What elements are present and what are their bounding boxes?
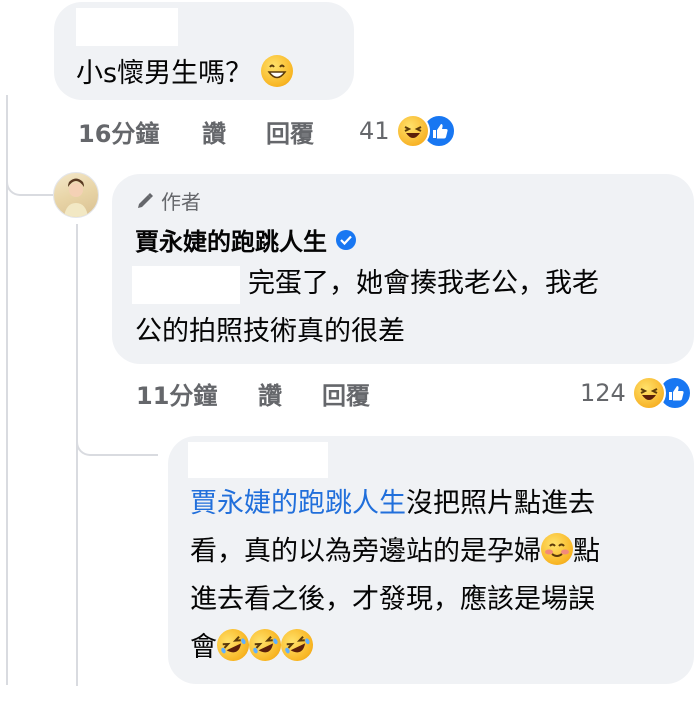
author-name-row: 賈永婕的跑跳人生 [135, 222, 357, 257]
redacted-commenter-name [76, 8, 178, 46]
grinning-emoji-icon [260, 55, 293, 87]
reply-text-line1: 賈永婕的跑跳人生沒把照片點進去 [190, 482, 595, 526]
author-reply-text-line2: 公的拍照技術真的很差 [135, 316, 405, 347]
comment-text-content: 小s懷男生嗎？ [76, 58, 253, 89]
author-name[interactable]: 賈永婕的跑跳人生 [135, 222, 327, 257]
haha-reaction-icon [395, 114, 430, 148]
reply-text-segment: 點 [573, 536, 600, 567]
thread-connector-1 [6, 160, 54, 196]
verified-badge-icon [336, 229, 356, 250]
author-reply-time[interactable]: 11分鐘 [136, 376, 217, 411]
reply-text-segment: 沒把照片點進去 [406, 488, 595, 519]
rofl-emoji-icon [275, 623, 319, 667]
reply-text-line2: 看，真的以為旁邊站的是孕婦 點 [190, 530, 600, 574]
avatar[interactable] [53, 172, 99, 218]
author-badge: 作者 [135, 186, 201, 215]
like-link[interactable]: 讚 [258, 376, 282, 411]
redacted-mention [132, 266, 240, 304]
reaction-summary[interactable]: 41 [359, 114, 456, 148]
reply-text-line4: 會 [190, 623, 319, 670]
reaction-count: 124 [580, 379, 626, 407]
reply-link[interactable]: 回覆 [322, 376, 370, 411]
thread-line-sub [76, 224, 78, 686]
mention-link[interactable]: 賈永婕的跑跳人生 [190, 488, 406, 519]
smiling-blush-emoji-icon [541, 533, 573, 565]
reply-text-segment: 看，真的以為旁邊站的是孕婦 [190, 536, 541, 567]
reaction-summary[interactable]: 124 [580, 376, 692, 410]
pencil-icon [138, 192, 153, 208]
reply-link[interactable]: 回覆 [266, 114, 314, 149]
author-reply-text-line1: 完蛋了，她會揍我老公，我老 [248, 268, 599, 299]
redacted-commenter-name [188, 442, 328, 478]
haha-reaction-icon [631, 376, 666, 410]
comment-meta: 16分鐘 讚 回覆 [0, 114, 699, 148]
thread-connector-2 [76, 420, 158, 456]
comment-text: 小s懷男生嗎？ [76, 52, 293, 96]
reply-text-line3: 進去看之後，才發現，應該是場誤 [190, 584, 595, 615]
comment-time[interactable]: 16分鐘 [78, 114, 159, 149]
like-link[interactable]: 讚 [202, 114, 226, 149]
reaction-count: 41 [359, 117, 390, 145]
author-badge-label: 作者 [161, 190, 201, 214]
